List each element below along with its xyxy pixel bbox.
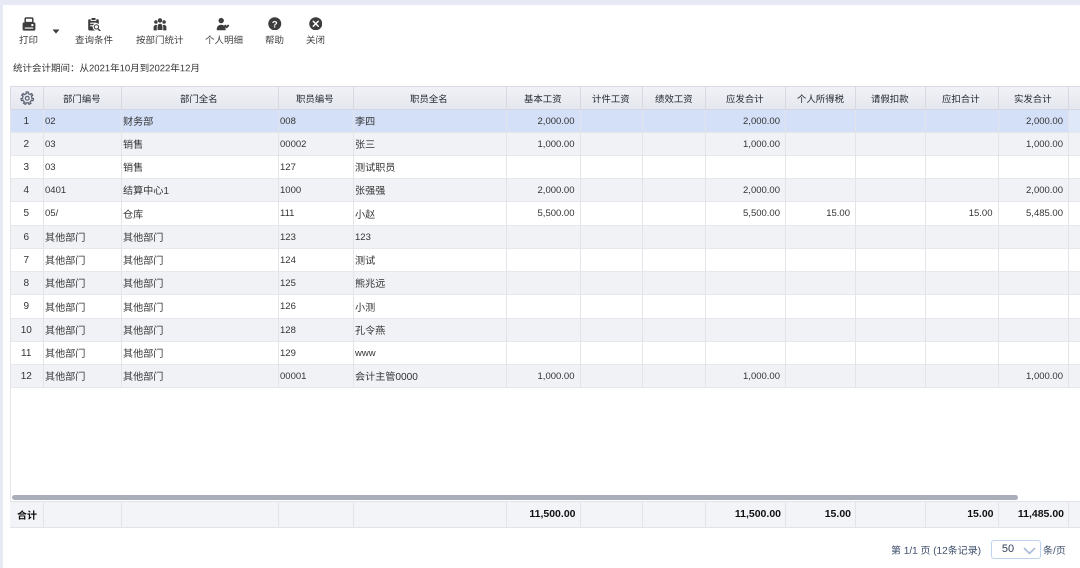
svg-text:?: ? (272, 19, 278, 30)
